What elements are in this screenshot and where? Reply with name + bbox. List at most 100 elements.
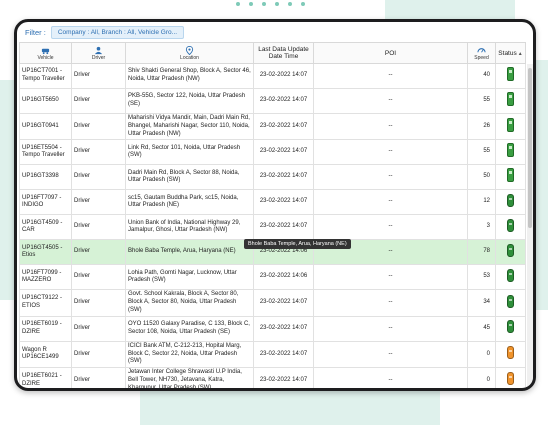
bus-green-icon[interactable]	[507, 168, 514, 183]
table-row[interactable]: UP16GT4509 - CAR Driver Union Bank of Indi…	[19, 214, 526, 241]
poi-cell: --	[313, 214, 468, 241]
time-cell: 23-02-2022 14:07	[253, 367, 314, 388]
status-cell	[495, 264, 526, 291]
speed-cell: 12	[467, 189, 496, 216]
location-cell: Union Bank of India, National Highway 29…	[125, 214, 254, 241]
speed-cell: 3	[467, 214, 496, 241]
poi-cell: --	[313, 189, 468, 216]
scrollbar-thumb[interactable]	[528, 68, 532, 228]
location-cell: PKB-55G, Sector 122, Noida, Uttar Prades…	[125, 88, 254, 114]
car-green-icon[interactable]	[507, 294, 514, 308]
vehicle-cell: UP16GT3398	[19, 164, 72, 191]
status-cell	[495, 239, 526, 266]
time-cell: 23-02-2022 14:07	[253, 63, 314, 89]
col-poi[interactable]: POI	[313, 42, 468, 64]
table-row[interactable]: UP16FT7099 - MAZZERO Driver Lohia Path, Go…	[19, 264, 526, 291]
table-row[interactable]: UP16CT7001 - Tempo Traveller Driver Shiv S…	[19, 63, 526, 89]
table-row[interactable]: UP16ET5504 - Tempo Traveller Driver Link R…	[19, 139, 526, 166]
col-vehicle[interactable]: Vehicle	[19, 42, 72, 64]
car-orange-icon[interactable]	[507, 372, 514, 386]
location-cell: sc15, Gautam Buddha Park, sc15, Noida, U…	[125, 189, 254, 216]
poi-cell: --	[313, 367, 468, 388]
vehicle-cell: UP16GT4505 - Etios	[19, 239, 72, 266]
table-row[interactable]: UP16GT0941 Driver Maharishi Vidya Mandir, …	[19, 112, 526, 141]
vehicle-cell: UP16FT7097 - INDIGO	[19, 189, 72, 216]
status-cell	[495, 88, 526, 114]
bus-green-icon[interactable]	[507, 117, 514, 132]
status-cell	[495, 214, 526, 241]
location-cell: Maharishi Vidya Mandir, Main, Dadri Main…	[125, 112, 254, 141]
time-cell: 23-02-2022 14:07	[253, 315, 314, 342]
status-cell	[495, 164, 526, 191]
speed-cell: 34	[467, 289, 496, 317]
table-row[interactable]: UP16ET6021 - DZIRE Driver Jetawan Inter Co…	[19, 367, 526, 388]
status-cell	[495, 112, 526, 141]
time-cell: 23-02-2022 14:06	[253, 264, 314, 291]
vehicle-cell: UP16GT0941	[19, 112, 72, 141]
driver-cell: Driver	[71, 189, 126, 216]
bus-green-icon[interactable]	[507, 92, 514, 107]
decor-dots	[236, 2, 305, 6]
poi-cell: --	[313, 164, 468, 191]
bus-green-icon[interactable]	[507, 67, 514, 82]
col-driver[interactable]: Driver	[71, 42, 126, 64]
vehicle-cell: UP16GT4509 - CAR	[19, 214, 72, 241]
table-row[interactable]: Wagon R UP16CE1499 Driver ICICI Bank ATM, …	[19, 340, 526, 369]
table-header-row: Vehicle Driver Location Last Data Update…	[19, 42, 526, 64]
col-driver-label: Driver	[91, 55, 106, 61]
driver-cell: Driver	[71, 112, 126, 141]
col-location[interactable]: Location	[125, 42, 254, 64]
status-cell	[495, 340, 526, 369]
driver-cell: Driver	[71, 214, 126, 241]
speed-cell: 50	[467, 164, 496, 191]
vehicle-cell: Wagon R UP16CE1499	[19, 340, 72, 369]
vehicle-cell: UP16GT5650	[19, 88, 72, 114]
col-status[interactable]: Status▲	[495, 42, 526, 64]
driver-cell: Driver	[71, 315, 126, 342]
status-cell	[495, 189, 526, 216]
status-cell	[495, 139, 526, 166]
table-row[interactable]: UP16GT5650 Driver PKB-55G, Sector 122, Noi…	[19, 88, 526, 114]
vehicle-cell: UP16CT9122 - ETIOS	[19, 289, 72, 317]
car-orange-icon[interactable]	[507, 346, 514, 360]
table-row[interactable]: UP16GT3398 Driver Dadri Main Rd, Block A, …	[19, 164, 526, 191]
driver-cell: Driver	[71, 139, 126, 166]
time-cell: 23-02-2022 14:07	[253, 139, 314, 166]
table-row[interactable]: UP16FT7097 - INDIGO Driver sc15, Gautam Bu…	[19, 189, 526, 216]
speed-cell: 45	[467, 315, 496, 342]
speed-cell: 0	[467, 340, 496, 369]
car-green-icon[interactable]	[507, 320, 514, 334]
location-cell: Shiv Shakti General Shop, Block A, Secto…	[125, 63, 254, 89]
table-row[interactable]: UP16ET6019 - DZIRE Driver OYO 11520 Galaxy…	[19, 315, 526, 342]
location-tooltip: Bhole Baba Temple, Arua, Haryana (NE)	[244, 239, 351, 249]
vehicle-cell: UP16ET6019 - DZIRE	[19, 315, 72, 342]
vehicle-icon	[41, 48, 50, 55]
poi-cell: --	[313, 340, 468, 369]
table-row[interactable]: UP16CT9122 - ETIOS Driver Govt. School Kak…	[19, 289, 526, 317]
filter-chip[interactable]: Company : All, Branch : All, Vehicle Gro…	[50, 25, 185, 39]
car-green-icon[interactable]	[507, 193, 514, 207]
filter-bar: Filter : Company : All, Branch : All, Ve…	[17, 22, 533, 42]
col-speed[interactable]: Speed	[467, 42, 496, 64]
col-last-update[interactable]: Last Data Update Date Time	[253, 42, 314, 64]
poi-cell: --	[313, 289, 468, 317]
speed-cell: 40	[467, 63, 496, 89]
location-cell: OYO 11520 Galaxy Paradise, C 133, Block …	[125, 315, 254, 342]
speed-cell: 26	[467, 112, 496, 141]
speed-cell: 0	[467, 367, 496, 388]
vehicle-cell: UP16ET6021 - DZIRE	[19, 367, 72, 388]
col-vehicle-label: Vehicle	[37, 55, 54, 61]
poi-cell: --	[313, 264, 468, 291]
car-green-icon[interactable]	[507, 268, 514, 282]
bus-green-icon[interactable]	[507, 143, 514, 158]
time-cell: 23-02-2022 14:07	[253, 164, 314, 191]
speed-cell: 53	[467, 264, 496, 291]
speed-cell: 55	[467, 139, 496, 166]
driver-cell: Driver	[71, 239, 126, 266]
location-cell: Bhole Baba Temple, Arua, Haryana (NE)	[125, 239, 254, 266]
location-cell: Link Rd, Sector 101, Noida, Uttar Prades…	[125, 139, 254, 166]
car-green-icon[interactable]	[507, 218, 514, 232]
driver-cell: Driver	[71, 63, 126, 89]
car-green-icon[interactable]	[507, 243, 514, 257]
table-body: UP16CT7001 - Tempo Traveller Driver Shiv S…	[19, 63, 526, 388]
